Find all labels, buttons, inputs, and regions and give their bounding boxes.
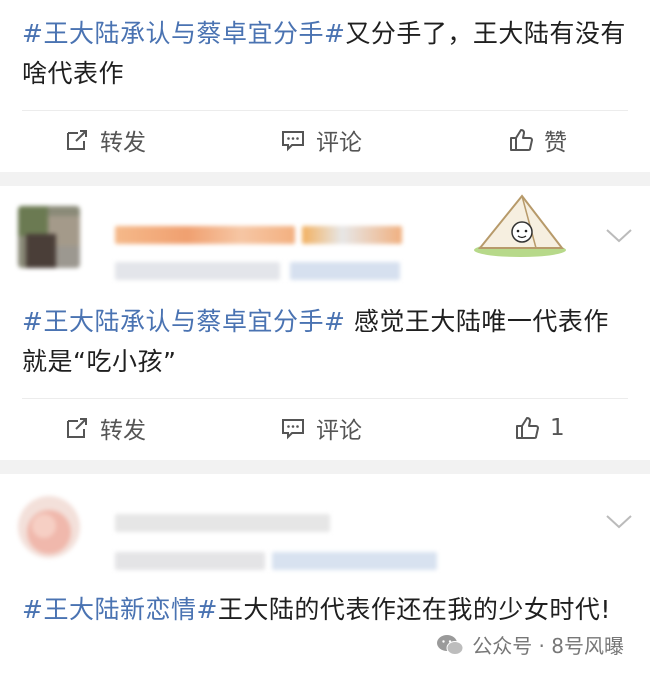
post-source-redacted	[272, 552, 437, 570]
post-3-hashtag[interactable]: #王大陆新恋情#	[22, 595, 218, 624]
post-meta-redacted	[115, 262, 280, 280]
post-1-actions: 转发 评论 赞	[0, 116, 650, 164]
post-2-text: #王大陆承认与蔡卓宜分手# 感觉王大陆唯一代表作就是“吃小孩”	[22, 302, 632, 382]
post-1: #王大陆承认与蔡卓宜分手#又分手了，王大陆有没有啥代表作 转发 评论 赞	[0, 0, 650, 170]
post-2-actions: 转发 评论 1	[0, 404, 650, 452]
post-1-repost-button[interactable]: 转发	[64, 116, 146, 164]
comment-icon	[282, 131, 304, 152]
post-2-comment-label: 评论	[316, 418, 362, 444]
post-2-like-button[interactable]: 1	[514, 404, 565, 452]
watermark-text: 公众号 · 8号风曝	[472, 634, 624, 658]
post-1-text: #王大陆承认与蔡卓宜分手#又分手了，王大陆有没有啥代表作	[22, 14, 632, 94]
post-1-hashtag[interactable]: #王大陆承认与蔡卓宜分手#	[22, 19, 345, 48]
section-gap-2	[0, 460, 650, 474]
post-1-comment-button[interactable]: 评论	[280, 116, 362, 164]
avatar[interactable]	[18, 206, 80, 268]
repost-icon	[67, 418, 87, 438]
section-gap-1	[0, 172, 650, 186]
post-2: #王大陆承认与蔡卓宜分手# 感觉王大陆唯一代表作就是“吃小孩” 转发 评论 1	[0, 186, 650, 458]
wechat-icon	[437, 634, 464, 655]
post-2-divider	[22, 398, 628, 399]
post-2-repost-button[interactable]: 转发	[64, 404, 146, 452]
username-redacted	[115, 514, 330, 532]
post-1-like-label: 赞	[544, 130, 567, 156]
comment-icon	[282, 419, 304, 440]
post-source-redacted	[290, 262, 400, 280]
post-2-comment-button[interactable]: 评论	[280, 404, 362, 452]
post-1-repost-label: 转发	[100, 130, 146, 156]
post-1-like-button[interactable]: 赞	[508, 116, 567, 164]
post-3: #王大陆新恋情#王大陆的代表作还在我的少女时代! 公众号 · 8号风曝	[0, 474, 650, 677]
username-redacted	[115, 226, 295, 244]
post-2-like-count: 1	[550, 415, 565, 441]
chevron-down-icon[interactable]	[605, 228, 633, 244]
thumbs-up-icon	[510, 129, 533, 151]
repost-icon	[67, 130, 87, 150]
post-1-comment-label: 评论	[316, 130, 362, 156]
thumbs-up-icon	[516, 417, 539, 439]
avatar[interactable]	[18, 496, 80, 558]
post-1-divider	[22, 110, 628, 111]
watermark: 公众号 · 8号风曝	[436, 630, 624, 659]
chevron-down-icon[interactable]	[605, 514, 633, 530]
post-2-hashtag[interactable]: #王大陆承认与蔡卓宜分手#	[22, 307, 345, 336]
post-3-body: 王大陆的代表作还在我的少女时代!	[217, 595, 611, 624]
post-meta-redacted	[115, 552, 265, 570]
post-3-text: #王大陆新恋情#王大陆的代表作还在我的少女时代!	[22, 590, 632, 630]
post-2-repost-label: 转发	[100, 418, 146, 444]
user-badge-redacted	[302, 226, 402, 244]
tent-sticker-icon	[474, 194, 566, 257]
